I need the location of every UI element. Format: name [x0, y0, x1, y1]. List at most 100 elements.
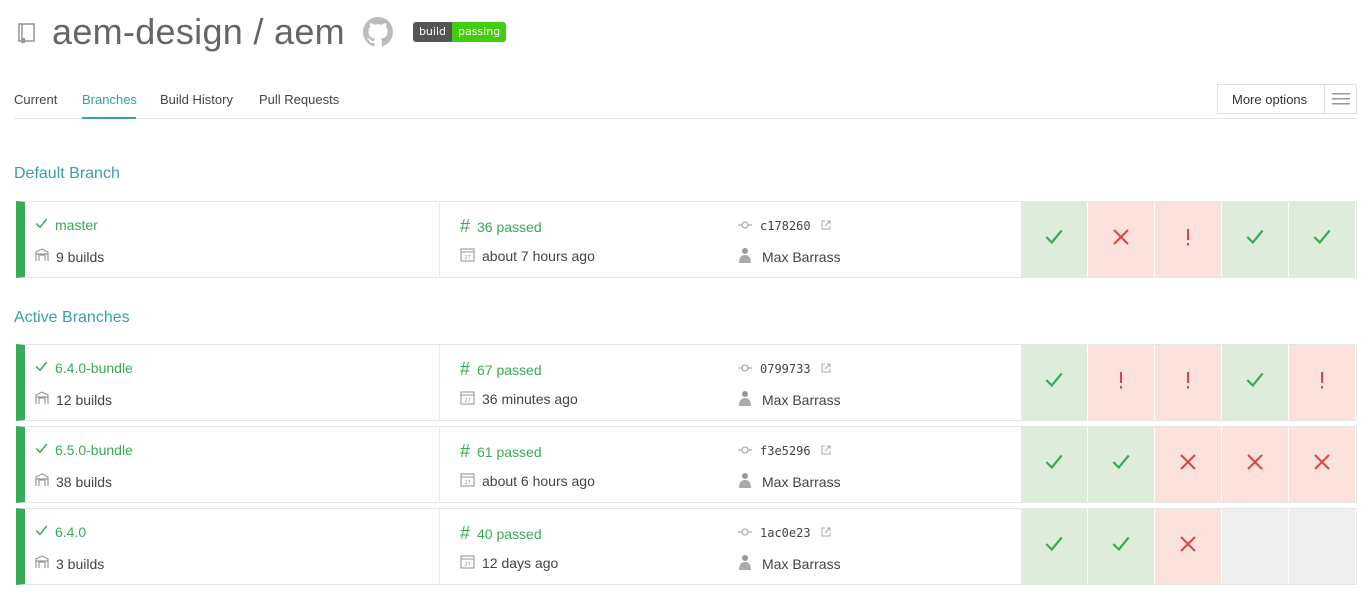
commit-link[interactable]: f3e5296 [738, 444, 831, 458]
commit-icon [738, 526, 752, 540]
default-branch-heading: Default Branch [14, 165, 120, 182]
build-cell-passed[interactable] [1288, 202, 1355, 277]
time-ago: 12 days ago [482, 555, 559, 571]
hash-icon: # [460, 216, 471, 236]
cross-icon [1111, 227, 1131, 252]
build-cell-passed[interactable] [1221, 345, 1288, 420]
avatar [738, 554, 752, 573]
build-cell-failed[interactable] [1288, 427, 1355, 502]
check-icon [1244, 226, 1266, 253]
branch-name: 6.4.0 [55, 524, 87, 540]
time-ago: about 6 hours ago [482, 473, 595, 489]
hash-icon: # [460, 523, 471, 543]
building-icon [34, 247, 56, 266]
branch-name-link[interactable]: 6.4.0 [34, 523, 86, 541]
build-history [1020, 509, 1355, 584]
badge-label: build [412, 22, 453, 42]
cross-icon [1178, 534, 1198, 559]
build-cell-failed[interactable] [1221, 427, 1288, 502]
build-cell-errored[interactable] [1087, 345, 1154, 420]
check-icon [34, 523, 55, 541]
tab-build-history[interactable]: Build History [160, 92, 233, 107]
build-history [1020, 345, 1355, 420]
branch-name-link[interactable]: master [34, 216, 98, 234]
badge-status: passing [452, 22, 507, 42]
avatar [738, 247, 752, 266]
build-cell-passed[interactable] [1020, 345, 1087, 420]
svg-text:27: 27 [464, 480, 470, 486]
build-number-link[interactable]: # 67 passed [460, 359, 542, 380]
more-options-button[interactable]: More options [1217, 84, 1357, 114]
exclamation-icon [1184, 370, 1192, 395]
build-count-text: 38 builds [56, 473, 113, 490]
svg-text:27: 27 [464, 398, 470, 404]
build-time: 27 36 minutes ago [460, 390, 578, 408]
check-icon [1043, 533, 1065, 560]
build-time: 27 12 days ago [460, 554, 558, 572]
build-cell-none [1221, 509, 1288, 584]
branch-info: 6.4.0 3 builds [25, 509, 439, 584]
build-number-link[interactable]: # 36 passed [460, 216, 542, 237]
build-count-text: 9 builds [56, 248, 105, 265]
build-cell-errored[interactable] [1288, 345, 1355, 420]
tab-branches[interactable]: Branches [82, 92, 137, 107]
build-history [1020, 427, 1355, 502]
last-build-info: # 40 passed 27 12 days ago 1ac0e23 Max B… [439, 509, 1029, 584]
branch-name: master [55, 217, 98, 233]
build-number-link[interactable]: # 61 passed [460, 441, 542, 462]
build-cell-passed[interactable] [1087, 509, 1154, 584]
branch-info: 6.4.0-bundle 12 builds [25, 345, 439, 420]
commit-sha: c178260 [760, 219, 811, 233]
check-icon [1043, 369, 1065, 396]
commit-author: Max Barrass [738, 390, 841, 409]
hash-icon: # [460, 441, 471, 461]
external-link-icon [821, 219, 831, 233]
author-name: Max Barrass [762, 248, 841, 265]
last-build-info: # 67 passed 27 36 minutes ago 0799733 Ma… [439, 345, 1029, 420]
build-cell-passed[interactable] [1020, 202, 1087, 277]
active-branches-heading: Active Branches [14, 309, 130, 326]
external-link-icon [821, 362, 831, 376]
hamburger-icon [1324, 85, 1356, 113]
repo-title[interactable]: aem-design / aem [52, 11, 345, 53]
branch-name: 6.5.0-bundle [55, 442, 133, 458]
build-cell-failed[interactable] [1154, 427, 1221, 502]
build-cell-errored[interactable] [1154, 345, 1221, 420]
branch-name-link[interactable]: 6.4.0-bundle [34, 359, 133, 377]
building-icon [34, 390, 56, 409]
build-number: 61 passed [477, 443, 542, 460]
svg-text:27: 27 [464, 562, 470, 568]
last-build-info: # 61 passed 27 about 6 hours ago f3e5296… [439, 427, 1029, 502]
check-icon [1110, 533, 1132, 560]
tab-pull-requests[interactable]: Pull Requests [259, 92, 339, 107]
branch-row[interactable]: 6.4.0-bundle 12 builds # 67 passed 27 36… [16, 344, 1357, 421]
build-cell-passed[interactable] [1020, 427, 1087, 502]
build-number-link[interactable]: # 40 passed [460, 523, 542, 544]
build-cell-failed[interactable] [1154, 509, 1221, 584]
build-cell-errored[interactable] [1154, 202, 1221, 277]
commit-link[interactable]: c178260 [738, 219, 831, 233]
time-ago: 36 minutes ago [482, 391, 578, 407]
commit-sha: 1ac0e23 [760, 526, 811, 540]
build-cell-passed[interactable] [1087, 427, 1154, 502]
check-icon [34, 359, 55, 377]
commit-icon [738, 219, 752, 233]
build-count: 3 builds [34, 554, 104, 573]
commit-link[interactable]: 0799733 [738, 362, 831, 376]
branch-row[interactable]: master 9 builds # 36 passed 27 about 7 h… [16, 201, 1357, 278]
build-cell-passed[interactable] [1221, 202, 1288, 277]
branch-name-link[interactable]: 6.5.0-bundle [34, 441, 133, 459]
branch-row[interactable]: 6.4.0 3 builds # 40 passed 27 12 days ag… [16, 508, 1357, 585]
commit-link[interactable]: 1ac0e23 [738, 526, 831, 540]
build-cell-passed[interactable] [1020, 509, 1087, 584]
calendar-icon: 27 [460, 554, 482, 572]
branch-row[interactable]: 6.5.0-bundle 38 builds # 61 passed 27 ab… [16, 426, 1357, 503]
github-icon[interactable] [362, 17, 393, 47]
exclamation-icon [1318, 370, 1326, 395]
build-status-badge[interactable]: build passing [412, 22, 507, 42]
avatar [738, 390, 752, 409]
build-cell-failed[interactable] [1087, 202, 1154, 277]
repo-icon [16, 21, 38, 43]
build-time: 27 about 7 hours ago [460, 247, 595, 265]
tab-current[interactable]: Current [14, 92, 57, 107]
